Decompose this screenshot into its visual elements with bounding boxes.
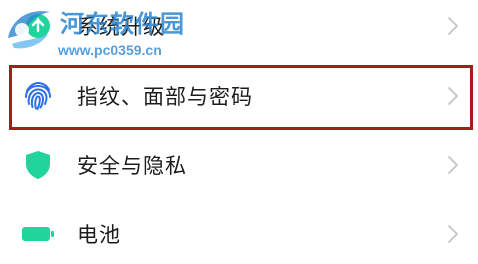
watermark-url: www.pc0359.cn (58, 42, 162, 58)
watermark-logo-icon (2, 4, 56, 52)
shield-icon (20, 147, 56, 183)
battery-icon (20, 216, 56, 252)
settings-item-label: 安全与隐私 (77, 154, 187, 178)
watermark-title: 河东软件园 (60, 9, 185, 38)
chevron-right-icon (446, 153, 460, 177)
settings-item-security-privacy[interactable]: 安全与隐私 (0, 135, 478, 195)
chevron-right-icon (446, 222, 460, 246)
highlight-annotation-box (9, 65, 473, 130)
settings-item-label: 电池 (77, 223, 121, 247)
settings-item-battery[interactable]: 电池 (0, 204, 478, 264)
chevron-right-icon (446, 14, 460, 38)
watermark: 河东软件园 www.pc0359.cn (0, 0, 210, 62)
